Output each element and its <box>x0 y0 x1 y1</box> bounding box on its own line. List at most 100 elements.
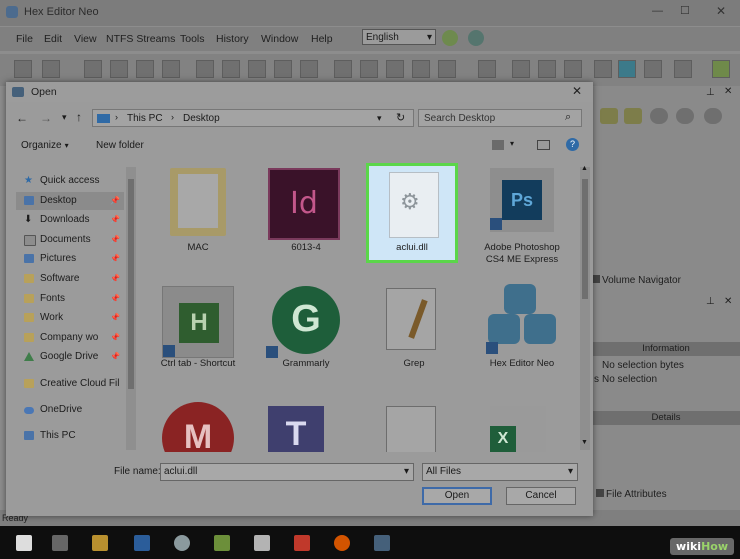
file-tile-teams[interactable]: T <box>258 406 354 452</box>
file-tile-photoshop[interactable]: Ps Adobe Photoshop CS4 ME Express <box>474 168 570 288</box>
clipboard-icon[interactable] <box>334 60 352 78</box>
menu-file[interactable]: File <box>16 33 33 45</box>
nav-onedrive[interactable]: OneDrive <box>16 401 124 419</box>
new-folder-button[interactable]: New folder <box>96 140 144 151</box>
panel-tool-icon-3[interactable] <box>650 108 668 124</box>
nav-company-work[interactable]: Company wo 📌 <box>16 329 124 347</box>
scroll-down-icon[interactable]: ▼ <box>581 439 588 446</box>
recent-chevron-icon[interactable]: ▾ <box>62 112 67 123</box>
select-icon[interactable] <box>438 60 456 78</box>
new-file-icon[interactable] <box>14 60 32 78</box>
file-explorer-icon[interactable] <box>92 535 108 551</box>
save-all-icon[interactable] <box>110 60 128 78</box>
nav-scrollbar[interactable] <box>126 167 136 450</box>
nav-google-drive[interactable]: Google Drive 📌 <box>16 348 124 366</box>
pin-icon[interactable]: ⊥ <box>706 87 715 98</box>
globe-add-icon[interactable] <box>442 30 458 46</box>
open-button[interactable]: Open <box>422 487 492 505</box>
task-view-icon[interactable] <box>52 535 68 551</box>
menu-window[interactable]: Window <box>261 33 298 45</box>
language-select[interactable]: English ▾ <box>362 29 436 45</box>
view-chevron-icon[interactable]: ▾ <box>510 139 514 148</box>
outlook-icon[interactable] <box>134 535 150 551</box>
print-icon[interactable] <box>162 60 180 78</box>
globe-settings-icon[interactable] <box>468 30 484 46</box>
edit-icon[interactable] <box>248 60 266 78</box>
nav-work[interactable]: Work 📌 <box>16 309 124 327</box>
nav-fonts[interactable]: Fonts 📌 <box>16 290 124 308</box>
menu-tools[interactable]: Tools <box>180 33 205 45</box>
nav-this-pc[interactable]: This PC <box>16 427 124 445</box>
monitor-icon[interactable] <box>618 60 636 78</box>
file-grid-scrollbar[interactable]: ▲ ▼ <box>580 165 590 450</box>
file-tile-document[interactable] <box>366 406 462 452</box>
panel-tool-icon-4[interactable] <box>676 108 694 124</box>
help-icon[interactable]: ? <box>566 138 579 151</box>
panel-tool-icon-2[interactable] <box>624 108 642 124</box>
file-name-input[interactable]: aclui.dll ▾ <box>160 463 414 481</box>
minimize-icon[interactable]: — <box>652 5 663 17</box>
file-tile-6013-4[interactable]: Id 6013-4 <box>258 168 354 268</box>
nav-documents[interactable]: Documents 📌 <box>16 231 124 249</box>
maximize-icon[interactable]: ☐ <box>680 4 690 17</box>
file-tile-mac[interactable]: MAC <box>150 168 246 268</box>
chart-icon[interactable] <box>712 60 730 78</box>
panel-tool-icon[interactable] <box>600 108 618 124</box>
breadcrumb-this-pc[interactable]: This PC <box>127 113 163 124</box>
hex-editor-taskbar-icon[interactable] <box>374 535 390 551</box>
menu-help[interactable]: Help <box>311 33 333 45</box>
cancel-button[interactable]: Cancel <box>506 487 576 505</box>
file-tile-ctrl-tab[interactable]: H Ctrl tab - Shortcut <box>150 284 246 384</box>
nav-scroll-thumb[interactable] <box>128 179 134 389</box>
nav-creative-cloud[interactable]: Creative Cloud Fil <box>16 375 124 393</box>
volume-navigator-tab[interactable]: Volume Navigator <box>592 275 681 286</box>
find-next-icon[interactable] <box>386 60 404 78</box>
file-attributes-tab[interactable]: File Attributes <box>596 489 667 500</box>
paste-icon[interactable] <box>300 60 318 78</box>
file-tile-excel[interactable]: X <box>474 406 570 452</box>
open-file-icon[interactable] <box>42 60 60 78</box>
nav-desktop[interactable]: Desktop 📌 <box>16 192 124 210</box>
breadcrumb-desktop[interactable]: Desktop <box>183 113 220 124</box>
address-dropdown-icon[interactable]: ▾ <box>377 113 382 124</box>
close-file-icon[interactable] <box>136 60 154 78</box>
preview-pane-icon[interactable] <box>537 140 550 150</box>
organize-menu[interactable]: Organize ▾ <box>21 140 69 151</box>
file-tile-grammarly[interactable]: G Grammarly <box>258 284 354 384</box>
file-tile-aclui-dll[interactable]: ⚙ aclui.dll <box>366 163 458 263</box>
books-app-icon[interactable] <box>214 535 230 551</box>
bookmark-icon[interactable] <box>538 60 556 78</box>
start-windows-icon[interactable] <box>16 535 32 551</box>
clock-app-icon[interactable] <box>174 535 190 551</box>
file-tile-mega[interactable]: M <box>150 402 246 452</box>
file-tile-hex-editor-neo[interactable]: Hex Editor Neo <box>474 284 570 384</box>
address-bar[interactable]: › This PC › Desktop ▾ ↻ <box>92 109 414 127</box>
refresh-icon[interactable]: ↻ <box>396 111 405 124</box>
menu-view[interactable]: View <box>74 33 97 45</box>
find-icon[interactable] <box>360 60 378 78</box>
nav-pictures[interactable]: Pictures 📌 <box>16 250 124 268</box>
file-tile-grep[interactable]: Grep <box>366 284 462 384</box>
tool-icon[interactable] <box>644 60 662 78</box>
close-icon[interactable]: ✕ <box>716 4 726 18</box>
menu-ntfs-streams[interactable]: NTFS Streams <box>106 33 175 45</box>
navigate-icon[interactable] <box>512 60 530 78</box>
undo-icon[interactable] <box>196 60 214 78</box>
menu-history[interactable]: History <box>216 33 249 45</box>
battery-icon[interactable] <box>674 60 692 78</box>
scroll-up-icon[interactable]: ▲ <box>581 165 588 172</box>
firefox-icon[interactable] <box>334 535 350 551</box>
redo-icon[interactable] <box>222 60 240 78</box>
notes-app-icon[interactable] <box>254 535 270 551</box>
pin-icon-2[interactable]: ⊥ <box>706 296 715 307</box>
nav-quick-access[interactable]: ★ Quick access <box>16 172 124 190</box>
panel-tool-icon-5[interactable] <box>704 108 722 124</box>
up-arrow-icon[interactable]: ↑ <box>76 110 82 124</box>
scroll-thumb[interactable] <box>582 179 588 299</box>
search-desktop-input[interactable]: Search Desktop ⌕ <box>418 109 582 127</box>
menu-edit[interactable]: Edit <box>44 33 62 45</box>
nav-downloads[interactable]: ⬇ Downloads 📌 <box>16 211 124 229</box>
save-icon[interactable] <box>84 60 102 78</box>
pdf-app-icon[interactable] <box>294 535 310 551</box>
structure-icon[interactable] <box>564 60 582 78</box>
